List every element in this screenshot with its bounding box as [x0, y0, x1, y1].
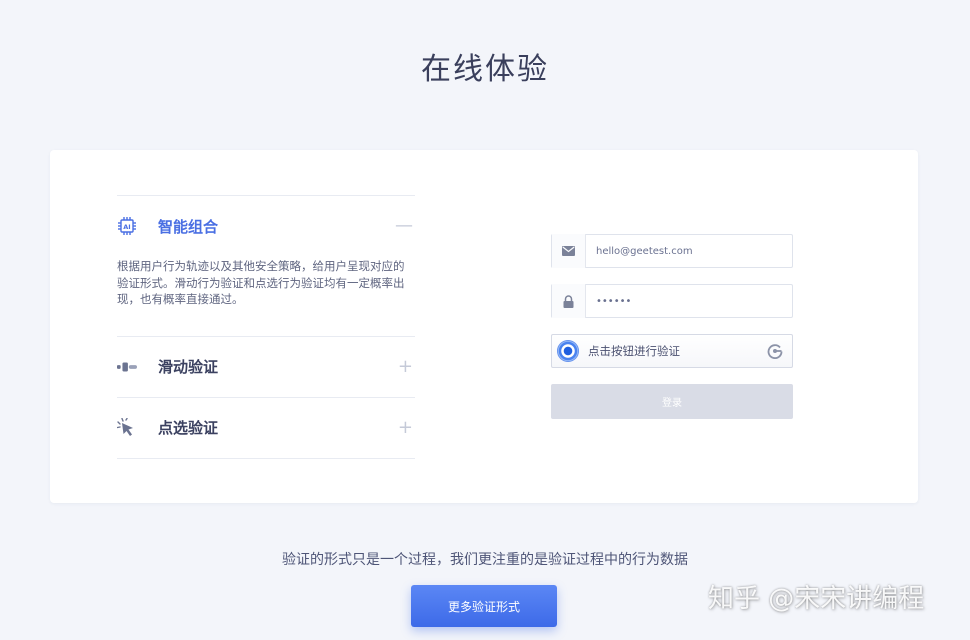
geetest-logo-icon [767, 343, 783, 363]
password-field [551, 284, 793, 318]
watermark: 知乎 @宋宋讲编程 [708, 584, 925, 614]
captcha-radar-icon [557, 340, 579, 362]
accordion-item-slide: 滑动验证 + [117, 337, 415, 398]
collapse-icon[interactable]: — [395, 217, 413, 235]
page-title: 在线体验 [421, 52, 549, 87]
email-field [551, 234, 793, 268]
login-form: 点击按钮进行验证 登录 [551, 234, 793, 419]
verification-type-accordion: AI 智能组合 — 根据用户行为轨迹以及其他安全策略，给用户呈现对应的验证形式。… [117, 195, 415, 459]
accordion-label: 滑动验证 [158, 358, 219, 376]
captcha-label: 点击按钮进行验证 [588, 344, 680, 358]
accordion-header-click[interactable]: 点选验证 + [117, 398, 415, 458]
accordion-item-smart: AI 智能组合 — 根据用户行为轨迹以及其他安全策略，给用户呈现对应的验证形式。… [117, 196, 415, 337]
accordion-header-smart[interactable]: AI 智能组合 — [117, 196, 415, 256]
svg-text:AI: AI [123, 223, 130, 231]
expand-icon[interactable]: + [398, 357, 413, 376]
mail-icon [552, 234, 586, 268]
footer-caption: 验证的形式只是一个过程，我们更注重的是验证过程中的行为数据 [282, 552, 688, 568]
accordion-description: 根据用户行为轨迹以及其他安全策略，给用户呈现对应的验证形式。滑动行为验证和点选行… [117, 259, 405, 306]
email-input[interactable] [586, 236, 792, 266]
password-input[interactable] [586, 286, 792, 316]
login-button[interactable]: 登录 [551, 384, 793, 419]
click-cursor-icon [117, 417, 137, 438]
accordion-header-slide[interactable]: 滑动验证 + [117, 337, 415, 397]
slider-icon [117, 357, 137, 377]
lock-icon [552, 284, 586, 318]
captcha-button[interactable]: 点击按钮进行验证 [551, 334, 793, 368]
more-verification-button[interactable]: 更多验证形式 [411, 585, 557, 627]
accordion-label: 智能组合 [158, 217, 219, 236]
ai-chip-icon: AI [117, 216, 137, 236]
accordion-label: 点选验证 [158, 419, 219, 437]
accordion-item-click: 点选验证 + [117, 398, 415, 459]
expand-icon[interactable]: + [398, 418, 413, 437]
demo-card: AI 智能组合 — 根据用户行为轨迹以及其他安全策略，给用户呈现对应的验证形式。… [50, 150, 918, 503]
